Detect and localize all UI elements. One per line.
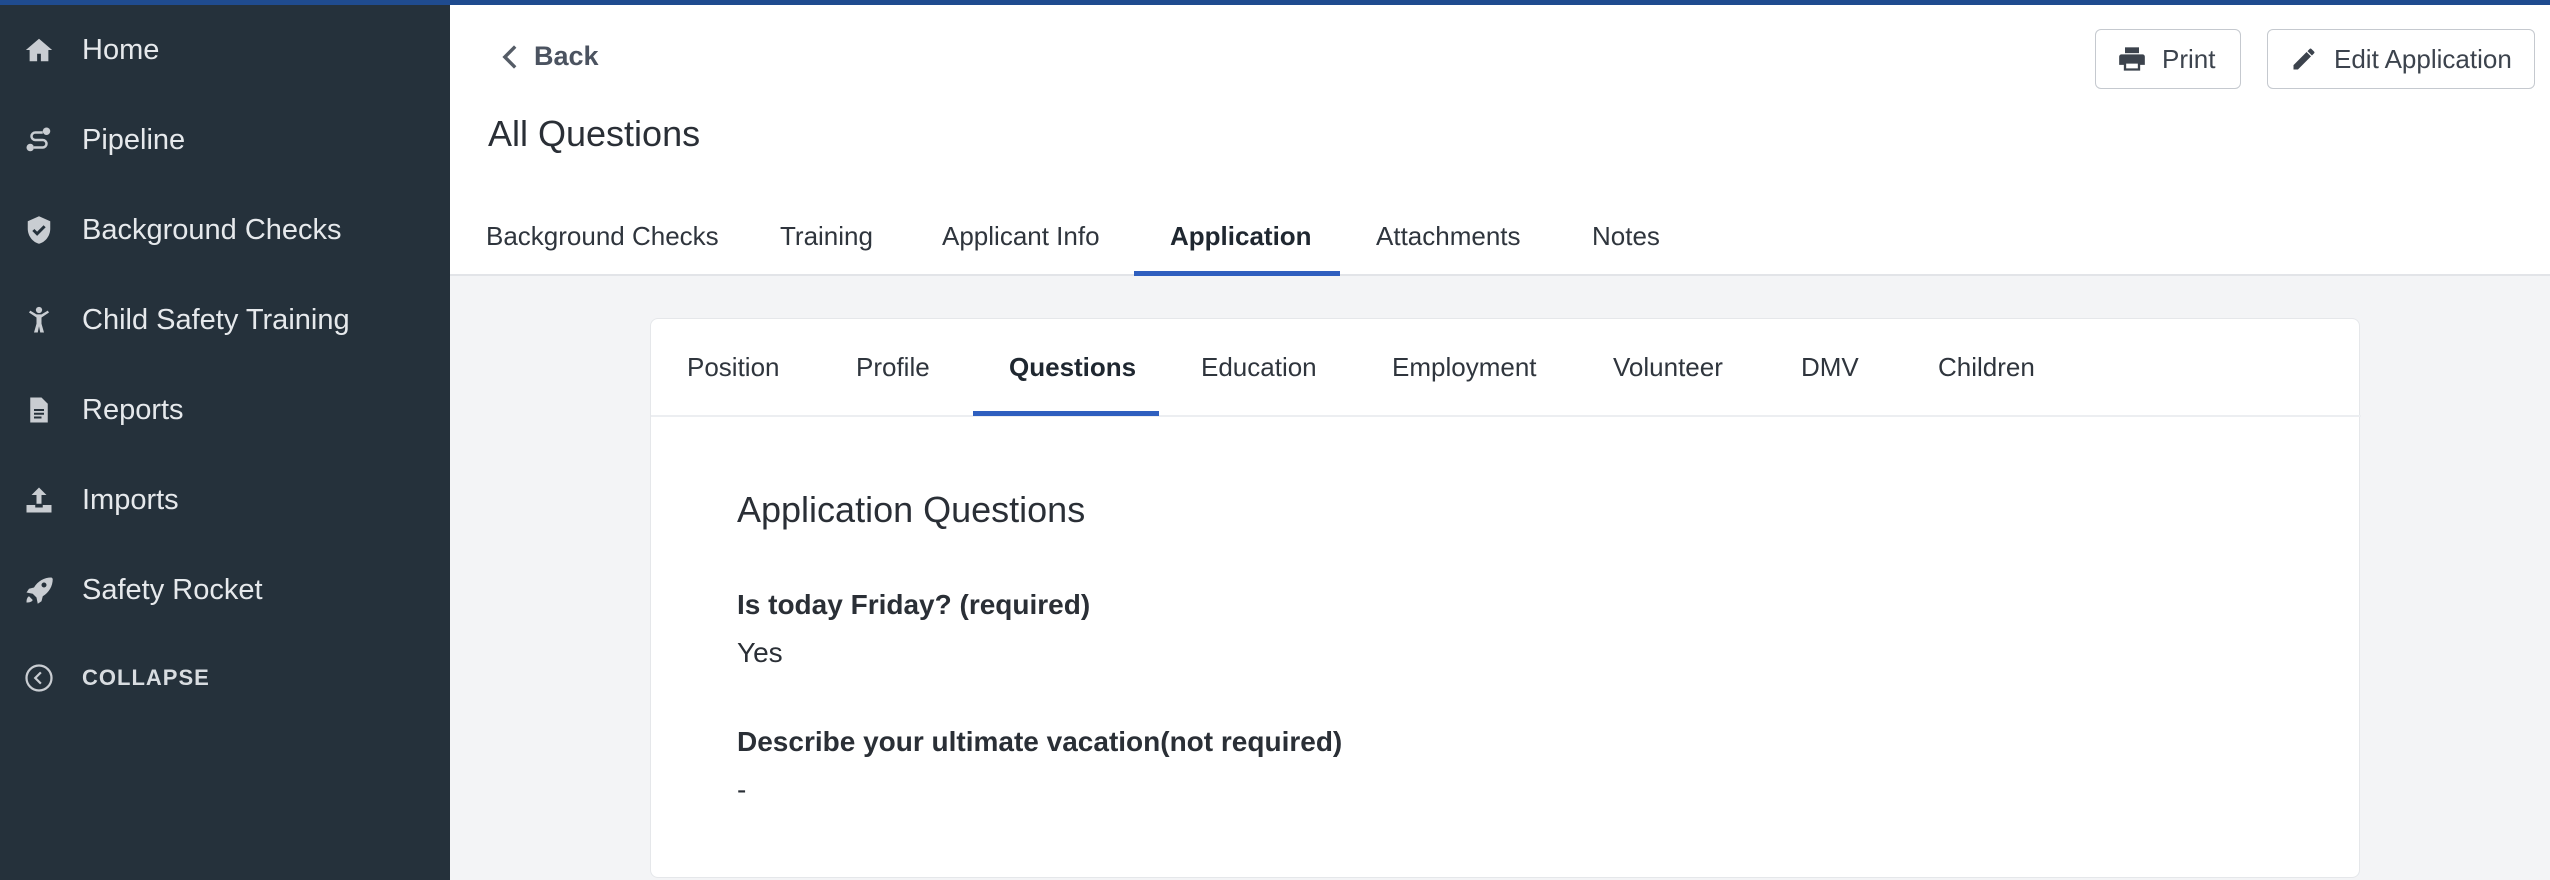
section-title: Application Questions bbox=[737, 489, 1086, 530]
application-sub-tabs: Position Profile Questions Education Emp… bbox=[651, 319, 2361, 417]
back-button[interactable]: Back bbox=[500, 41, 599, 72]
question-label: Is today Friday? (required) bbox=[737, 589, 1091, 620]
sidebar-item-child-safety-training[interactable]: Child Safety Training bbox=[0, 280, 450, 360]
sidebar: Home Pipeline Background Checks Child Sa… bbox=[0, 0, 450, 880]
sidebar-item-home[interactable]: Home bbox=[0, 10, 450, 90]
print-label: Print bbox=[2162, 43, 2216, 74]
sidebar-item-safety-rocket[interactable]: Safety Rocket bbox=[0, 550, 450, 630]
subtab-profile[interactable]: Profile bbox=[856, 319, 930, 415]
active-subtab-indicator bbox=[973, 411, 1159, 416]
sidebar-collapse-button[interactable]: COLLAPSE bbox=[0, 638, 450, 718]
print-button[interactable]: Print bbox=[2095, 29, 2241, 89]
main-tabs: Background Checks Training Applicant Inf… bbox=[450, 197, 2550, 276]
sidebar-item-reports[interactable]: Reports bbox=[0, 370, 450, 450]
question-label: Describe your ultimate vacation(not requ… bbox=[737, 726, 1343, 757]
chevron-left-circle-icon bbox=[22, 661, 56, 695]
tab-notes[interactable]: Notes bbox=[1592, 197, 1660, 276]
answer-value: - bbox=[737, 774, 747, 805]
subtab-children[interactable]: Children bbox=[1938, 319, 2035, 415]
rocket-icon bbox=[22, 573, 56, 607]
sidebar-item-background-checks[interactable]: Background Checks bbox=[0, 190, 450, 270]
tab-attachments[interactable]: Attachments bbox=[1376, 197, 1521, 276]
top-accent-bar bbox=[0, 0, 2550, 5]
page-header: Back All Questions Print Edit Applicatio… bbox=[450, 5, 2550, 276]
sidebar-item-label: Background Checks bbox=[82, 213, 342, 246]
collapse-label: COLLAPSE bbox=[82, 665, 210, 690]
pencil-icon bbox=[2293, 48, 2315, 70]
route-icon bbox=[22, 123, 56, 157]
subtab-education[interactable]: Education bbox=[1201, 319, 1317, 415]
sidebar-item-label: Safety Rocket bbox=[82, 573, 263, 606]
sidebar-item-label: Imports bbox=[82, 483, 179, 516]
application-card: Position Profile Questions Education Emp… bbox=[650, 318, 2361, 878]
subtab-position[interactable]: Position bbox=[687, 319, 780, 415]
tab-training[interactable]: Training bbox=[780, 197, 873, 276]
upload-icon bbox=[22, 483, 56, 517]
chevron-left-icon bbox=[502, 44, 517, 69]
home-icon bbox=[22, 33, 56, 67]
sidebar-item-label: Home bbox=[82, 33, 160, 66]
back-label: Back bbox=[534, 41, 599, 71]
printer-icon bbox=[2119, 47, 2145, 71]
subtab-volunteer[interactable]: Volunteer bbox=[1613, 319, 1723, 415]
child-icon bbox=[22, 303, 56, 337]
answer-value: Yes bbox=[737, 637, 783, 668]
subtab-dmv[interactable]: DMV bbox=[1801, 319, 1859, 415]
tab-applicant-info[interactable]: Applicant Info bbox=[942, 197, 1100, 276]
sidebar-item-pipeline[interactable]: Pipeline bbox=[0, 100, 450, 180]
active-tab-indicator bbox=[1134, 271, 1340, 276]
edit-application-button[interactable]: Edit Application bbox=[2267, 29, 2535, 89]
document-icon bbox=[22, 393, 56, 427]
sidebar-item-imports[interactable]: Imports bbox=[0, 460, 450, 540]
subtab-questions[interactable]: Questions bbox=[1009, 319, 1136, 415]
page-title: All Questions bbox=[488, 113, 701, 154]
sidebar-item-label: Child Safety Training bbox=[82, 303, 350, 336]
tab-application[interactable]: Application bbox=[1170, 197, 1312, 276]
subtab-employment[interactable]: Employment bbox=[1392, 319, 1537, 415]
tab-background-checks[interactable]: Background Checks bbox=[486, 197, 719, 276]
shield-check-icon bbox=[22, 213, 56, 247]
edit-application-label: Edit Application bbox=[2334, 43, 2512, 74]
sidebar-item-label: Reports bbox=[82, 393, 184, 426]
sidebar-item-label: Pipeline bbox=[82, 123, 186, 156]
